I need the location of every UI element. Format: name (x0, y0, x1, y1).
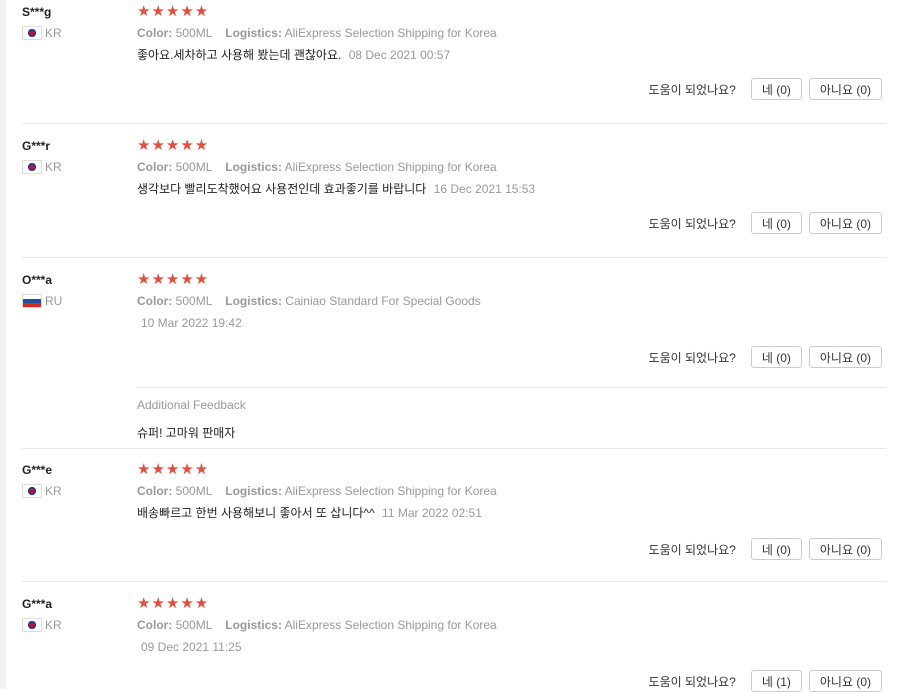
review-meta: Color: 500ML Logistics: AliExpress Selec… (137, 617, 885, 633)
kr-flag-icon (22, 160, 42, 174)
review-text: 생각보다 빨리도착했어요 사용전인데 효과좋기를 바랍니다 (137, 182, 427, 196)
review-divider (22, 448, 886, 449)
helpful-yes-button[interactable]: 네 (0) (750, 212, 802, 234)
helpful-yes-button[interactable]: 네 (0) (750, 78, 802, 100)
color-label: Color: (137, 294, 173, 308)
color-label: Color: (137, 484, 173, 498)
star-rating: ★★★★★ (137, 137, 210, 154)
review-date: 10 Mar 2022 19:42 (141, 316, 242, 330)
review-text: 좋아요.세차하고 사용해 봤는데 괜찮아요. (137, 48, 342, 62)
helpful-vote: 도움이 되었나요? 네 (0) 아니요 (0) (649, 212, 882, 234)
reviewer-info: O***a RU (22, 272, 62, 308)
logistics-value: AliExpress Selection Shipping for Korea (284, 160, 497, 174)
kr-flag-icon (22, 26, 42, 40)
country-code: KR (45, 484, 62, 498)
helpful-vote: 도움이 되었나요? 네 (0) 아니요 (0) (649, 538, 882, 560)
color-value: 500ML (175, 618, 212, 632)
color-value: 500ML (175, 294, 212, 308)
helpful-no-button[interactable]: 아니요 (0) (808, 538, 882, 560)
helpful-question: 도움이 되었나요? (648, 350, 736, 365)
review-text-row: 생각보다 빨리도착했어요 사용전인데 효과좋기를 바랍니다 16 Dec 202… (137, 181, 885, 197)
color-label: Color: (137, 618, 173, 632)
review-meta: Color: 500ML Logistics: AliExpress Selec… (137, 483, 885, 499)
review-content: ★★★★★ Color: 500ML Logistics: Cainiao St… (137, 272, 885, 331)
ru-flag-icon (22, 294, 42, 308)
logistics-label: Logistics: (225, 160, 282, 174)
logistics-value: AliExpress Selection Shipping for Korea (284, 26, 497, 40)
star-rating: ★★★★★ (137, 3, 210, 20)
additional-feedback-text: 슈퍼! 고마워 판매자 (137, 426, 236, 440)
helpful-yes-button[interactable]: 네 (0) (750, 346, 802, 368)
kr-flag-icon (22, 618, 42, 632)
review-date: 11 Mar 2022 02:51 (382, 506, 482, 520)
review-text: 배송빠르고 한번 사용해보니 좋아서 또 삽니다^^ (137, 506, 375, 520)
logistics-value: AliExpress Selection Shipping for Korea (284, 484, 497, 498)
review-text-row: 좋아요.세차하고 사용해 봤는데 괜찮아요. 08 Dec 2021 00:57 (137, 47, 885, 63)
logistics-value: AliExpress Selection Shipping for Korea (284, 618, 497, 632)
reviewer-info: S***g KR (22, 4, 62, 40)
color-label: Color: (137, 160, 173, 174)
additional-feedback-title: Additional Feedback (137, 398, 246, 412)
helpful-no-button[interactable]: 아니요 (0) (808, 78, 882, 100)
reviewer-country: KR (22, 160, 62, 174)
reviewer-country: KR (22, 26, 62, 40)
logistics-label: Logistics: (225, 484, 282, 498)
reviewer-country: RU (22, 294, 62, 308)
helpful-question: 도움이 되었나요? (648, 82, 736, 97)
country-code: KR (45, 26, 62, 40)
reviewer-name: G***r (22, 139, 51, 153)
logistics-label: Logistics: (225, 26, 282, 40)
helpful-question: 도움이 되었나요? (648, 216, 736, 231)
review-meta: Color: 500ML Logistics: AliExpress Selec… (137, 159, 885, 175)
review-divider (22, 123, 886, 124)
review-divider (22, 581, 886, 582)
review-divider (22, 257, 886, 258)
helpful-vote: 도움이 되었나요? 네 (0) 아니요 (0) (649, 78, 882, 100)
helpful-question: 도움이 되었나요? (648, 542, 736, 557)
helpful-yes-button[interactable]: 네 (0) (750, 538, 802, 560)
country-code: RU (45, 294, 63, 308)
review-meta: Color: 500ML Logistics: Cainiao Standard… (137, 293, 885, 309)
review-text-row: 배송빠르고 한번 사용해보니 좋아서 또 삽니다^^ 11 Mar 2022 0… (137, 505, 885, 521)
review-content: ★★★★★ Color: 500ML Logistics: AliExpress… (137, 138, 885, 197)
helpful-no-button[interactable]: 아니요 (0) (808, 212, 882, 234)
helpful-no-button[interactable]: 아니요 (0) (808, 346, 882, 368)
left-edge-strip (0, 0, 6, 689)
reviewer-info: G***a KR (22, 596, 62, 632)
country-code: KR (45, 160, 62, 174)
review-date: 09 Dec 2021 11:25 (141, 640, 242, 654)
review-content: ★★★★★ Color: 500ML Logistics: AliExpress… (137, 4, 885, 63)
star-rating: ★★★★★ (137, 461, 210, 478)
color-value: 500ML (175, 160, 212, 174)
reviewer-info: G***r KR (22, 138, 62, 174)
logistics-label: Logistics: (225, 294, 282, 308)
additional-feedback-divider (137, 387, 886, 388)
color-label: Color: (137, 26, 173, 40)
star-rating: ★★★★★ (137, 595, 210, 612)
helpful-vote: 도움이 되었나요? 네 (0) 아니요 (0) (649, 346, 882, 368)
reviewer-info: G***e KR (22, 462, 62, 498)
logistics-value: Cainiao Standard For Special Goods (285, 294, 481, 308)
reviewer-country: KR (22, 484, 62, 498)
reviewer-country: KR (22, 618, 62, 632)
review-date: 08 Dec 2021 00:57 (348, 48, 451, 62)
reviewer-name: G***e (22, 463, 53, 477)
star-rating: ★★★★★ (137, 271, 210, 288)
color-value: 500ML (175, 26, 212, 40)
review-meta: Color: 500ML Logistics: AliExpress Selec… (137, 25, 885, 41)
review-content: ★★★★★ Color: 500ML Logistics: AliExpress… (137, 596, 885, 655)
reviewer-name: G***a (22, 597, 53, 611)
color-value: 500ML (175, 484, 212, 498)
kr-flag-icon (22, 484, 42, 498)
review-content: ★★★★★ Color: 500ML Logistics: AliExpress… (137, 462, 885, 521)
reviewer-name: O***a (22, 273, 53, 287)
logistics-label: Logistics: (225, 618, 282, 632)
reviewer-name: S***g (22, 5, 52, 19)
review-date: 16 Dec 2021 15:53 (433, 182, 536, 196)
country-code: KR (45, 618, 62, 632)
helpful-question: 도움이 되었나요? (648, 674, 736, 689)
